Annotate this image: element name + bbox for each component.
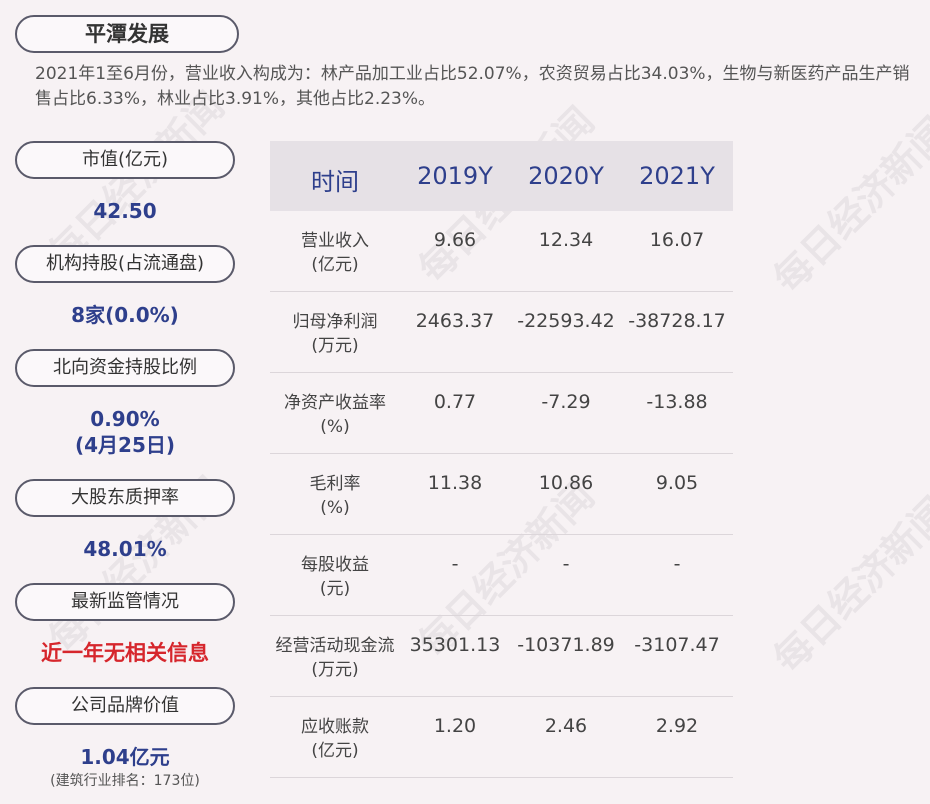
- header-2019: 2019Y: [417, 162, 493, 190]
- table-header: 时间 2019Y 2020Y 2021Y: [270, 141, 733, 211]
- row-value-2020: -10371.89: [517, 634, 615, 656]
- brand-label: 公司品牌价值: [15, 687, 235, 725]
- regulation-label: 最新监管情况: [15, 583, 235, 621]
- row-label: 每股收益 (元): [270, 553, 400, 601]
- page-title: 平潭发展: [15, 15, 239, 53]
- row-label: 营业收入 (亿元): [270, 229, 400, 277]
- regulation-value: 近一年无相关信息: [41, 641, 209, 665]
- row-label-name: 毛利率: [309, 474, 361, 494]
- row-label: 净资产收益率 (%): [270, 391, 400, 439]
- financial-table: 时间 2019Y 2020Y 2021Y 营业收入 (亿元) 9.66 12.34 16…: [270, 141, 733, 778]
- market-cap-value: 42.50: [93, 199, 157, 223]
- row-value-2019: 35301.13: [409, 634, 501, 656]
- row-label: 经营活动现金流 (万元): [270, 634, 400, 682]
- row-value-2020: 10.86: [538, 472, 594, 494]
- row-value-2021: 2.92: [655, 715, 699, 737]
- row-value-2020: -7.29: [541, 391, 591, 413]
- row-label-name: 应收账款: [301, 717, 369, 737]
- row-value-2021: -13.88: [646, 391, 708, 413]
- row-value-2019: 0.77: [433, 391, 477, 413]
- institutions-value: 8家(0.0%): [71, 303, 179, 327]
- table-row: 应收账款 (亿元) 1.20 2.46 2.92: [270, 697, 733, 778]
- row-value-2019: 9.66: [433, 229, 477, 251]
- header-2021: 2021Y: [639, 162, 715, 190]
- row-value-2021: -3107.47: [634, 634, 720, 656]
- row-value-2021: -: [673, 553, 681, 575]
- row-value-2020: -: [562, 553, 570, 575]
- row-value-2020: 2.46: [544, 715, 588, 737]
- row-label-unit: (亿元): [311, 741, 359, 761]
- row-value-2019: 2463.37: [415, 310, 495, 332]
- header-time: 时间: [311, 168, 359, 196]
- northbound-label: 北向资金持股比例: [15, 349, 235, 387]
- row-label: 毛利率 (%): [270, 472, 400, 520]
- row-value-2019: -: [451, 553, 459, 575]
- row-label-unit: (万元): [311, 660, 359, 680]
- table-row: 净资产收益率 (%) 0.77 -7.29 -13.88: [270, 373, 733, 454]
- row-label-name: 营业收入: [301, 231, 369, 251]
- table-row: 经营活动现金流 (万元) 35301.13 -10371.89 -3107.47: [270, 616, 733, 697]
- pledge-value: 48.01%: [83, 537, 167, 561]
- institutions-label: 机构持股(占流通盘): [15, 245, 235, 283]
- row-label-unit: (亿元): [311, 255, 359, 275]
- table-row: 归母净利润 (万元) 2463.37 -22593.42 -38728.17: [270, 292, 733, 373]
- row-label-name: 净资产收益率: [284, 393, 386, 413]
- pledge-label: 大股东质押率: [15, 479, 235, 517]
- table-row: 营业收入 (亿元) 9.66 12.34 16.07: [270, 211, 733, 292]
- row-label: 归母净利润 (万元): [270, 310, 400, 358]
- row-value-2021: -38728.17: [628, 310, 726, 332]
- row-label-name: 每股收益: [301, 555, 369, 575]
- row-label-unit: (%): [320, 498, 350, 518]
- row-label: 应收账款 (亿元): [270, 715, 400, 763]
- row-value-2019: 1.20: [433, 715, 477, 737]
- header-2020: 2020Y: [528, 162, 604, 190]
- northbound-date: (4月25日): [74, 433, 176, 457]
- watermark: 每日经济新闻: [765, 488, 930, 682]
- row-label-unit: (万元): [311, 336, 359, 356]
- table-body: 营业收入 (亿元) 9.66 12.34 16.07 归母净利润 (万元) 2463.37 -2…: [270, 211, 733, 778]
- row-label-name: 经营活动现金流: [275, 636, 395, 656]
- brand-note: (建筑行业排名：173位): [50, 773, 200, 789]
- market-cap-label: 市值(亿元): [15, 141, 235, 179]
- row-label-unit: (元): [319, 579, 351, 599]
- row-value-2021: 16.07: [649, 229, 705, 251]
- row-value-2020: -22593.42: [517, 310, 615, 332]
- northbound-value: 0.90%: [90, 407, 160, 431]
- revenue-summary: 2021年1至6月份，营业收入构成为：林产品加工业占比52.07%，农资贸易占比…: [35, 64, 910, 109]
- row-value-2019: 11.38: [427, 472, 483, 494]
- brand-value: 1.04亿元: [80, 745, 170, 769]
- row-value-2021: 9.05: [655, 472, 699, 494]
- row-value-2020: 12.34: [538, 229, 594, 251]
- table-row: 每股收益 (元) - - -: [270, 535, 733, 616]
- watermark: 每日经济新闻: [765, 108, 930, 302]
- row-label-unit: (%): [320, 417, 350, 437]
- row-label-name: 归母净利润: [292, 312, 378, 332]
- table-row: 毛利率 (%) 11.38 10.86 9.05: [270, 454, 733, 535]
